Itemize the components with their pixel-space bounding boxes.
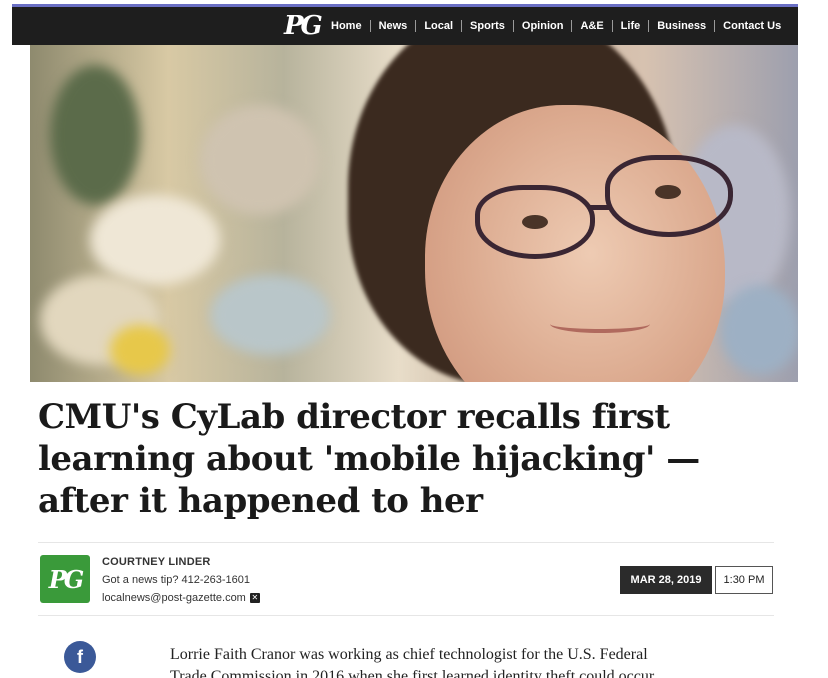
author-name[interactable]: COURTNEY LINDER <box>102 556 211 568</box>
pg-logo[interactable]: PG <box>284 11 324 41</box>
nav-item-news[interactable]: News <box>371 20 417 32</box>
publish-time-badge: 1:30 PM <box>715 566 773 594</box>
author-avatar: PG <box>40 555 90 603</box>
nav-item-local[interactable]: Local <box>416 20 463 32</box>
byline-bottom-divider <box>38 615 774 616</box>
byline-top-divider <box>38 542 774 543</box>
nav-item-home[interactable]: Home <box>331 20 371 32</box>
author-email[interactable]: localnews@post-gazette.com ✕ <box>102 592 260 604</box>
hero-photo <box>30 45 798 382</box>
article-headline: CMU's CyLab director recalls first learn… <box>38 397 700 521</box>
article-body: Lorrie Faith Cranor was working as chief… <box>170 644 730 678</box>
top-nav-bar: PG Home News Local Sports Opinion A&E Li… <box>12 4 798 45</box>
nav-item-ae[interactable]: A&E <box>572 20 613 32</box>
publish-date-badge: MAR 28, 2019 <box>620 566 712 594</box>
main-nav: Home News Local Sports Opinion A&E Life … <box>331 7 789 45</box>
facebook-icon[interactable]: f <box>64 641 96 673</box>
news-tip: Got a news tip? 412-263-1601 <box>102 574 250 586</box>
nav-item-opinion[interactable]: Opinion <box>514 20 573 32</box>
x-icon[interactable]: ✕ <box>249 593 260 603</box>
nav-item-business[interactable]: Business <box>649 20 716 32</box>
article-paragraph-line-2: Trade Commission in 2016 when she first … <box>170 668 655 678</box>
nav-item-life[interactable]: Life <box>613 20 650 32</box>
nav-item-sports[interactable]: Sports <box>462 20 514 32</box>
nav-item-contact-us[interactable]: Contact Us <box>715 20 789 32</box>
article-paragraph-line-1: Lorrie Faith Cranor was working as chief… <box>170 646 648 663</box>
author-email-text[interactable]: localnews@post-gazette.com <box>102 592 246 604</box>
